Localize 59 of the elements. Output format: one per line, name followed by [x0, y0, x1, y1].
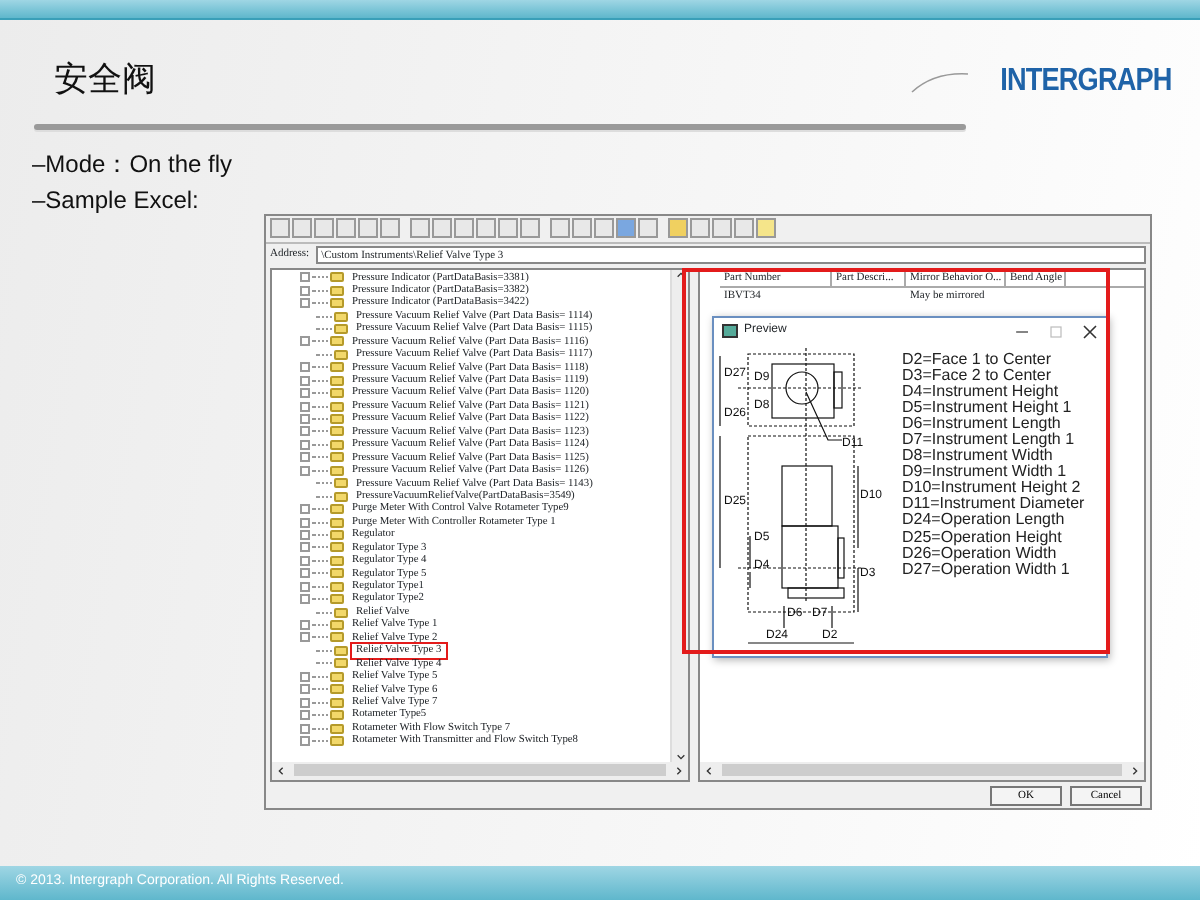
- expand-icon[interactable]: [300, 426, 310, 437]
- expand-icon[interactable]: [300, 298, 310, 309]
- expand-icon[interactable]: [300, 452, 310, 463]
- scroll-right-icon[interactable]: [1130, 765, 1140, 775]
- expand-icon[interactable]: [300, 568, 310, 579]
- expand-icon[interactable]: [300, 375, 310, 386]
- expand-icon[interactable]: [300, 620, 310, 631]
- legend-text: D3=Face 2 to Center: [902, 367, 1053, 384]
- scroll-up-icon[interactable]: [675, 269, 685, 279]
- legend-text: D9=Instrument Width 1: [902, 464, 1069, 481]
- legend-text: D8=Instrument Width: [902, 448, 1053, 465]
- expand-icon[interactable]: [300, 723, 310, 734]
- swoosh-icon: [910, 69, 971, 94]
- expand-icon[interactable]: [300, 529, 310, 540]
- expand-icon[interactable]: [300, 362, 310, 373]
- horizontal-scrollbar[interactable]: [700, 761, 1144, 779]
- expand-icon[interactable]: [300, 671, 310, 682]
- legend-text: D26=Operation Width: [902, 545, 1057, 562]
- legend-text: D5=Instrument Height 1: [902, 399, 1074, 416]
- expand-icon[interactable]: [300, 555, 310, 566]
- expand-icon[interactable]: [300, 388, 310, 399]
- expand-icon[interactable]: [300, 581, 310, 592]
- scroll-left-icon[interactable]: [704, 765, 714, 775]
- expand-icon[interactable]: [300, 336, 310, 347]
- expand-icon[interactable]: [300, 465, 310, 476]
- maximize-icon: [1048, 323, 1064, 339]
- window-icon: [722, 324, 738, 338]
- legend-text: D27=Operation Width 1: [902, 561, 1072, 578]
- expand-icon[interactable]: [300, 504, 310, 515]
- legend-text: D2=Face 1 to Center: [902, 351, 1053, 368]
- expand-icon[interactable]: [300, 594, 310, 605]
- expand-icon[interactable]: [300, 735, 310, 746]
- expand-icon[interactable]: [300, 710, 310, 721]
- expand-icon[interactable]: [300, 517, 310, 528]
- legend-text: D11=Instrument Diameter: [902, 496, 1085, 513]
- legend-text: D24=Operation Length: [902, 512, 1067, 530]
- legend-text: D25=Operation Height: [902, 529, 1062, 546]
- expand-icon[interactable]: [300, 439, 310, 450]
- horizontal-scrollbar[interactable]: [272, 761, 688, 779]
- bullet-text: –Sample Excel:: [32, 183, 201, 217]
- scroll-left-icon[interactable]: [276, 765, 286, 775]
- expand-icon[interactable]: [300, 632, 310, 643]
- expand-icon[interactable]: [300, 401, 310, 412]
- expand-icon[interactable]: [300, 272, 310, 283]
- bullet-text: –Mode：On the fly: [32, 147, 235, 181]
- company-logo: INTERGRAPH: [1000, 61, 1172, 102]
- expand-icon[interactable]: [300, 542, 310, 553]
- expand-icon[interactable]: [300, 285, 310, 296]
- legend-text: D6=Instrument Length: [902, 415, 1063, 432]
- legend-text: D10=Instrument Height 2: [902, 480, 1081, 497]
- legend-text: D4=Instrument Height: [902, 383, 1061, 400]
- expand-icon[interactable]: [300, 414, 310, 425]
- slide-title: 安全阀: [54, 58, 156, 104]
- expand-icon[interactable]: [300, 684, 310, 695]
- scroll-down-icon[interactable]: [675, 751, 685, 761]
- legend-text: D7=Instrument Length 1: [902, 431, 1077, 448]
- expand-icon[interactable]: [300, 697, 310, 708]
- close-icon: [1082, 323, 1098, 339]
- scroll-right-icon[interactable]: [674, 765, 684, 775]
